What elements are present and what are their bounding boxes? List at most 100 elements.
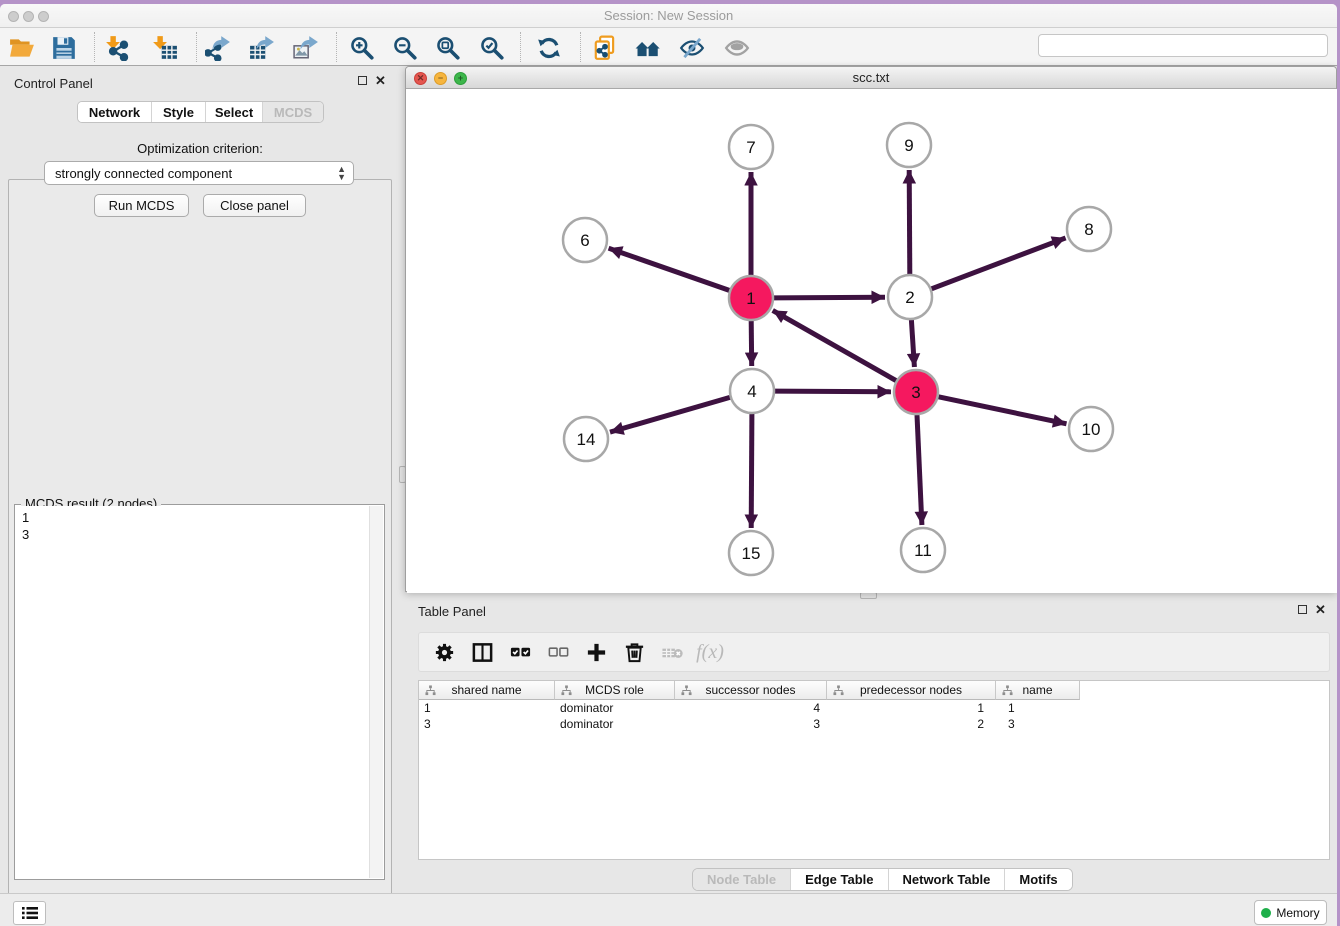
select-all-icon [509, 641, 532, 664]
node-label-7: 7 [746, 138, 755, 157]
select-all-button[interactable] [503, 637, 537, 667]
float-panel-icon[interactable] [358, 76, 367, 85]
network-window-titlebar[interactable]: ✕ − + scc.txt [406, 67, 1336, 89]
deselect-all-button[interactable] [541, 637, 575, 667]
search-input[interactable] [1038, 34, 1328, 57]
open-file-button[interactable] [7, 33, 37, 63]
tab-node-table[interactable]: Node Table [693, 869, 791, 890]
edge-2-3[interactable] [911, 320, 914, 367]
edge-3-11[interactable] [917, 415, 922, 525]
export-image-button[interactable] [291, 33, 321, 63]
save-session-icon [51, 35, 77, 61]
table-row[interactable]: 1dominator411 [419, 700, 1080, 716]
split-panel-button[interactable] [465, 637, 499, 667]
show-panel-button[interactable] [722, 33, 752, 63]
refresh-layout-button[interactable] [534, 33, 564, 63]
edge-1-2[interactable] [774, 297, 885, 298]
table-cell[interactable]: 3 [675, 716, 827, 732]
task-history-button[interactable] [13, 901, 46, 925]
tab-style[interactable]: Style [152, 102, 206, 122]
home-button[interactable] [633, 33, 663, 63]
edge-1-4[interactable] [751, 321, 752, 366]
node-label-2: 2 [905, 288, 914, 307]
settings-button[interactable] [427, 637, 461, 667]
edge-1-6[interactable] [609, 248, 730, 290]
toolbar-separator [580, 32, 581, 62]
tab-mcds[interactable]: MCDS [263, 102, 323, 122]
run-mcds-button[interactable]: Run MCDS [94, 194, 189, 217]
network-canvas[interactable]: 1234678910111415 [407, 89, 1337, 593]
result-scrollbar[interactable] [369, 506, 383, 878]
clone-network-button[interactable] [590, 33, 620, 63]
table-cell[interactable]: 3 [996, 716, 1080, 732]
column-header-predecessor-nodes[interactable]: predecessor nodes [827, 681, 996, 700]
column-header-label: MCDS role [585, 683, 644, 697]
open-file-icon [9, 35, 35, 61]
table-cell[interactable]: dominator [555, 700, 675, 716]
tab-edge-table[interactable]: Edge Table [791, 869, 888, 890]
table-cell[interactable]: 2 [827, 716, 996, 732]
memory-status-icon [1261, 908, 1271, 918]
edge-3-10[interactable] [939, 397, 1067, 424]
criterion-select[interactable]: strongly connected component ▲▼ [44, 161, 354, 185]
horizontal-splitter-handle[interactable] [860, 592, 877, 599]
close-table-panel-icon[interactable]: ✕ [1315, 605, 1326, 614]
column-type-icon [681, 685, 692, 696]
table-cell[interactable]: 1 [827, 700, 996, 716]
clone-network-icon [592, 35, 618, 61]
zoom-in-icon [349, 35, 375, 61]
hide-panel-button[interactable] [677, 33, 707, 63]
node-label-11: 11 [914, 541, 932, 560]
table-row[interactable]: 3dominator323 [419, 716, 1080, 732]
table-cell[interactable]: 1 [996, 700, 1080, 716]
node-label-14: 14 [577, 430, 596, 449]
zoom-fit-button[interactable] [433, 33, 463, 63]
export-table-icon [249, 35, 275, 61]
column-header-MCDS-role[interactable]: MCDS role [555, 681, 675, 700]
delete-column-icon [623, 641, 646, 664]
toolbar-separator [336, 32, 337, 62]
delete-table-icon [661, 641, 684, 664]
save-session-button[interactable] [49, 33, 79, 63]
zoom-out-button[interactable] [390, 33, 420, 63]
edge-4-14[interactable] [610, 397, 730, 432]
import-network-button[interactable] [103, 33, 133, 63]
column-header-label: name [1022, 683, 1052, 697]
column-header-name[interactable]: name [996, 681, 1080, 700]
delete-column-button[interactable] [617, 637, 651, 667]
edge-4-3[interactable] [775, 391, 891, 392]
memory-label: Memory [1276, 906, 1319, 920]
edge-2-8[interactable] [932, 238, 1066, 289]
edge-3-1[interactable] [773, 310, 896, 380]
import-table-button[interactable] [150, 33, 180, 63]
tab-network-table[interactable]: Network Table [889, 869, 1006, 890]
table-cell[interactable]: 4 [675, 700, 827, 716]
export-table-button[interactable] [247, 33, 277, 63]
tab-motifs[interactable]: Motifs [1005, 869, 1071, 890]
tab-network[interactable]: Network [78, 102, 152, 122]
tab-select[interactable]: Select [206, 102, 263, 122]
node-label-3: 3 [911, 383, 920, 402]
main-toolbar [0, 28, 1337, 66]
zoom-in-button[interactable] [347, 33, 377, 63]
optimization-criterion-label: Optimization criterion: [0, 141, 400, 156]
table-cell[interactable]: dominator [555, 716, 675, 732]
zoom-selected-button[interactable] [477, 33, 507, 63]
column-header-shared-name[interactable]: shared name [419, 681, 555, 700]
memory-button[interactable]: Memory [1254, 900, 1327, 925]
control-panel-window-buttons: ✕ [358, 76, 386, 85]
edge-2-9[interactable] [909, 170, 910, 274]
export-network-button[interactable] [203, 33, 233, 63]
table-cell[interactable]: 1 [419, 700, 555, 716]
column-header-successor-nodes[interactable]: successor nodes [675, 681, 827, 700]
mcds-result-list[interactable]: 13 [16, 506, 369, 878]
add-column-button[interactable] [579, 637, 613, 667]
export-network-icon [205, 35, 231, 61]
table-cell[interactable]: 3 [419, 716, 555, 732]
desktop-background: Session: New Session Control Panel ✕ Net… [0, 0, 1340, 926]
float-table-panel-icon[interactable] [1298, 605, 1307, 614]
close-panel-icon[interactable]: ✕ [375, 76, 386, 85]
column-type-icon [833, 685, 844, 696]
edge-4-15[interactable] [751, 414, 752, 528]
close-panel-button[interactable]: Close panel [203, 194, 306, 217]
